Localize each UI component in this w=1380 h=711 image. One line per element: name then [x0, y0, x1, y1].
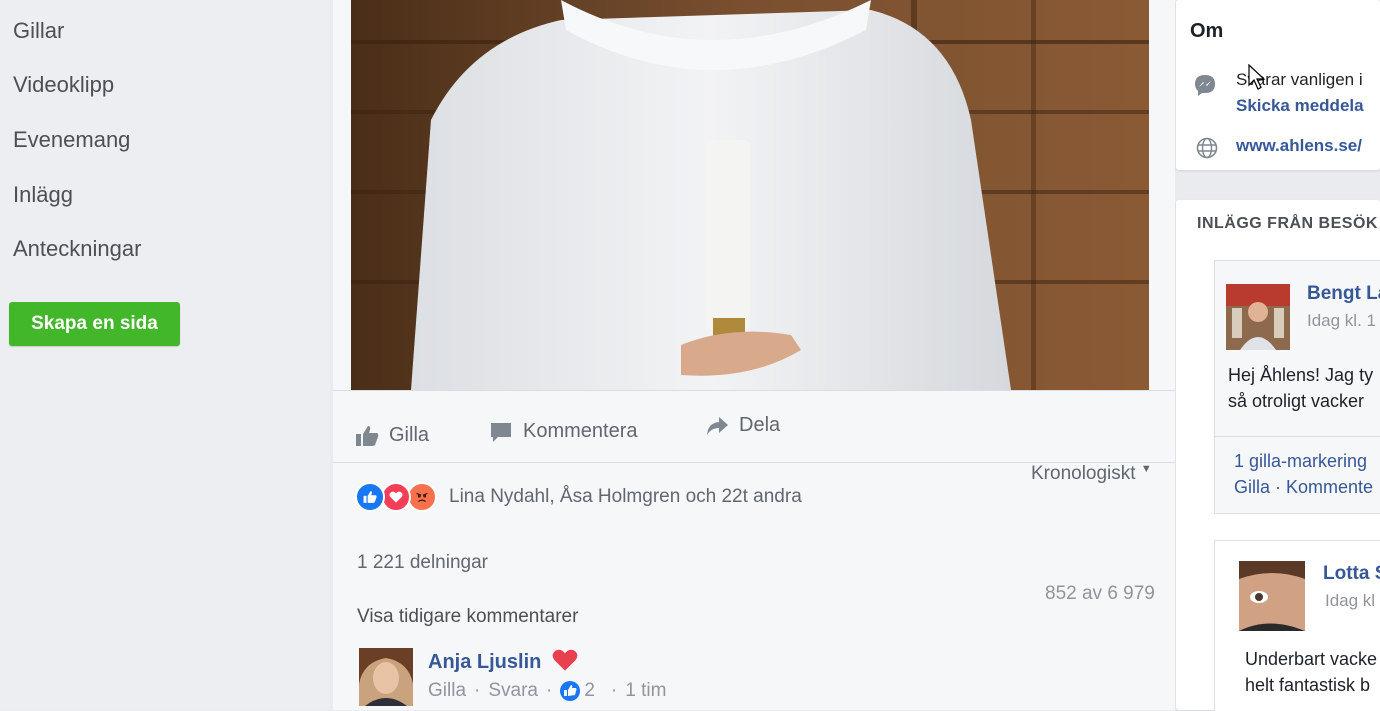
globe-icon	[1196, 137, 1218, 159]
divider	[1215, 436, 1380, 437]
divider	[333, 390, 1175, 391]
send-message-link[interactable]: Skicka meddela	[1236, 96, 1364, 116]
separator: ·	[474, 680, 481, 701]
visitor-posts-card: INLÄGG FRÅN BESÖK Bengt La Idag kl. 1 He…	[1176, 200, 1380, 711]
visitor-post-text-line: så otroligt vacker	[1228, 391, 1365, 411]
comment-icon	[491, 422, 511, 442]
nav-item-likes[interactable]: Gillar	[13, 18, 64, 44]
about-title: Om	[1190, 20, 1224, 42]
reactions-names[interactable]: Lina Nydahl, Åsa Holmgren och 22t andra	[449, 486, 802, 508]
comment-count: 852 av 6 979	[1045, 583, 1155, 604]
visitor-post-text-line: helt fantastisk b	[1245, 675, 1371, 695]
post-actions: Gilla Kommentera Dela	[333, 400, 1175, 460]
like-label: Gilla	[389, 424, 430, 446]
visitor-posts-title: INLÄGG FRÅN BESÖK	[1197, 215, 1378, 232]
comment-label: Kommentera	[523, 420, 638, 442]
post-photo[interactable]	[351, 0, 1149, 390]
about-card: Om Svarar vanligen i Skicka meddela www.…	[1176, 0, 1380, 170]
sort-label: Kronologiskt	[1031, 463, 1136, 484]
comment-author[interactable]: Anja Ljuslin	[428, 648, 579, 674]
share-arrow-icon	[707, 416, 728, 435]
avatar[interactable]	[1239, 561, 1305, 631]
shares-count[interactable]: 1 221 delningar	[357, 552, 488, 574]
like-reaction-icon	[355, 482, 385, 512]
comment-button[interactable]: Kommentera	[489, 420, 638, 443]
post-card: Gilla Kommentera Dela Lina Nydahl, Åsa H…	[333, 0, 1175, 710]
comment-author-name[interactable]: Anja Ljuslin	[428, 651, 541, 673]
reactions-summary[interactable]: Lina Nydahl, Åsa Holmgren och 22t andra	[355, 482, 802, 512]
comment-like-count[interactable]: 2	[560, 680, 603, 702]
visitor-post-actions[interactable]: Gilla · Kommente	[1234, 477, 1373, 498]
visitor-post-text-line: Hej Åhlens! Jag ty	[1228, 365, 1374, 385]
right-column: Om Svarar vanligen i Skicka meddela www.…	[1176, 0, 1380, 711]
comment-likes-value: 2	[584, 680, 595, 701]
visitor-post-time[interactable]: Idag kl. 1	[1307, 311, 1376, 331]
comment-reply-link[interactable]: Svara	[488, 680, 538, 702]
visitor-name[interactable]: Bengt La	[1307, 283, 1380, 305]
mouse-cursor-icon	[1248, 64, 1266, 90]
nav-item-events[interactable]: Evenemang	[13, 127, 130, 153]
angry-reaction-icon	[407, 482, 437, 512]
nav-item-videos[interactable]: Videoklipp	[13, 72, 114, 98]
comment-sort-dropdown[interactable]: Kronologiskt ▼	[1031, 463, 1152, 485]
like-button[interactable]: Gilla	[355, 424, 429, 447]
comment-meta: Gilla · Svara · 2 · 1 tim	[428, 680, 674, 702]
share-button[interactable]: Dela	[705, 414, 780, 437]
visitor-post: Lotta S Idag kl Underbart vacke helt fan…	[1214, 540, 1380, 711]
chevron-down-icon: ▼	[1140, 463, 1152, 475]
comment-time[interactable]: 1 tim	[625, 680, 666, 702]
avatar[interactable]	[1226, 284, 1290, 350]
visitor-post-likes[interactable]: 1 gilla-markering	[1234, 451, 1367, 472]
like-reaction-icon	[560, 681, 581, 701]
website-link[interactable]: www.ahlens.se/	[1236, 136, 1362, 156]
separator: ·	[610, 680, 618, 701]
thumbs-up-icon	[356, 425, 379, 446]
visitor-post-time[interactable]: Idag kl	[1325, 591, 1375, 611]
separator: ·	[545, 680, 553, 701]
visitor-post: Bengt La Idag kl. 1 Hej Åhlens! Jag ty s…	[1214, 260, 1380, 514]
heart-icon	[552, 649, 578, 671]
visitor-post-text-line: Underbart vacke	[1245, 649, 1378, 669]
avatar[interactable]	[359, 648, 413, 706]
create-page-button[interactable]: Skapa en sida	[9, 302, 180, 346]
share-label: Dela	[739, 414, 781, 436]
nav-item-notes[interactable]: Anteckningar	[13, 236, 141, 262]
love-reaction-icon	[381, 482, 411, 512]
messenger-icon	[1195, 75, 1215, 96]
photo-illustration	[351, 0, 1149, 390]
left-navigation: Gillar Videoklipp Evenemang Inlägg Antec…	[0, 0, 330, 710]
nav-item-posts[interactable]: Inlägg	[13, 182, 73, 208]
view-previous-comments-link[interactable]: Visa tidigare kommentarer	[357, 606, 578, 628]
comment-like-link[interactable]: Gilla	[428, 680, 466, 702]
visitor-name[interactable]: Lotta S	[1323, 563, 1380, 585]
